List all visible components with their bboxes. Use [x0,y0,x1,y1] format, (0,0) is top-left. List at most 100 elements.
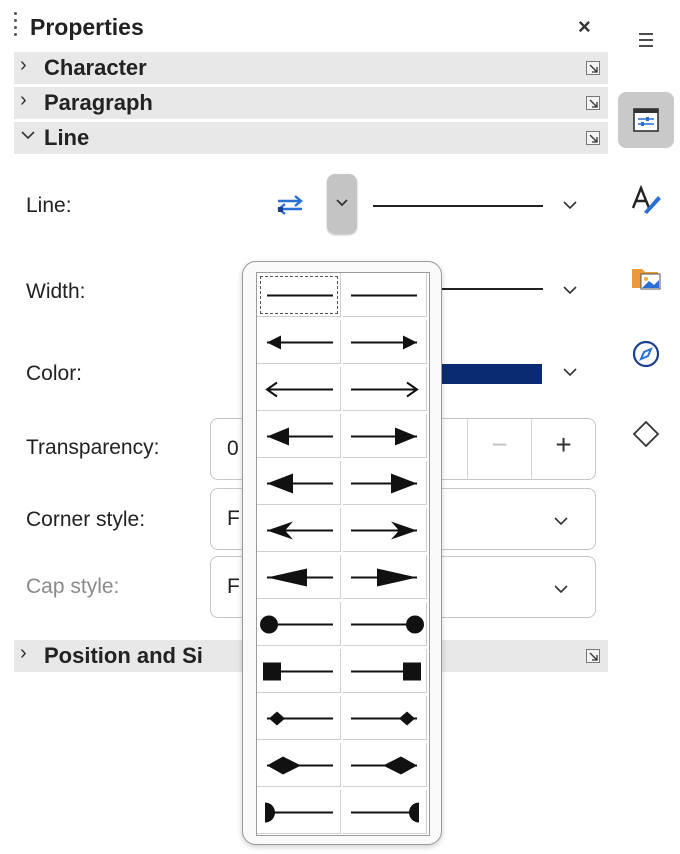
arrowhead-left-wide-arrow[interactable] [257,414,341,458]
line-width-chevron-icon[interactable] [562,284,578,296]
large-arrow-arrowhead-icon [351,473,417,494]
sidebar-styles-button[interactable] [618,172,674,228]
concave-arrow-arrowhead-icon [351,521,417,540]
corner-style-label: Corner style: [26,508,146,531]
line-color-swatch[interactable] [436,364,542,384]
concave-arrow-arrowhead-icon [267,521,333,540]
styles-icon [631,184,661,214]
close-panel-button[interactable]: × [578,14,591,40]
line-color-chevron-icon[interactable] [562,366,578,378]
chevron-down-icon [336,199,348,207]
square-arrowhead-icon [351,662,421,681]
section-character-label: Character [44,55,147,80]
transparency-label: Transparency: [26,436,160,459]
section-character[interactable]: › Character [14,52,608,84]
section-line[interactable]: Line [14,122,608,154]
more-options-icon[interactable] [586,61,600,75]
open-arrow-arrowhead-icon [265,381,333,398]
half-circle-arrowhead-icon [351,802,419,823]
line-width-preview[interactable] [442,288,543,290]
diamond-large-arrowhead-icon [351,756,417,775]
cap-style-label: Cap style: [26,575,120,598]
section-line-label: Line [44,125,90,150]
arrowhead-right-large-arrow[interactable] [343,461,427,505]
color-label: Color: [26,362,83,385]
menu-icon [639,33,653,47]
arrowhead-left-diamond-large[interactable] [257,743,341,787]
minus-icon: − [491,429,508,460]
line-label: Line: [26,194,72,217]
transparency-increase-button[interactable]: + [531,419,595,479]
line-style-dropdown-button[interactable] [327,174,357,234]
arrowhead-right-flat-arrow[interactable] [343,555,427,599]
plus-icon: + [555,429,572,460]
shapes-icon [632,420,660,448]
flat-arrow-arrowhead-icon [351,568,417,587]
arrowhead-right-circle[interactable] [343,602,427,646]
select-arrow-style-icon[interactable] [276,194,304,221]
arrowhead-left-large-arrow[interactable] [257,461,341,505]
width-label: Width: [26,280,86,303]
line-style-chevron-icon[interactable] [562,199,578,211]
arrowhead-right-square[interactable] [343,649,427,693]
large-arrow-arrowhead-icon [267,473,333,494]
section-paragraph[interactable]: › Paragraph [14,87,608,119]
sidebar-gallery-button[interactable] [618,250,674,306]
arrowhead-right-diamond-small[interactable] [343,696,427,740]
open-arrow-arrowhead-icon [351,381,419,398]
section-paragraph-label: Paragraph [44,90,153,115]
half-circle-arrowhead-icon [265,802,333,823]
none-arrowhead-icon [267,294,333,297]
wide-arrow-arrowhead-icon [267,427,333,446]
circle-arrowhead-icon [351,615,424,634]
wide-arrow-arrowhead-icon [351,427,417,446]
circle-arrowhead-icon [260,615,333,634]
arrowhead-left-arrow[interactable] [257,320,341,364]
none-arrowhead-icon [351,294,417,297]
arrowhead-right-open-arrow[interactable] [343,367,427,411]
corner-style-value: F [227,507,240,530]
cap-style-value: F [227,575,240,598]
chevron-down-icon [554,585,568,594]
sidebar-navigator-button[interactable] [618,326,674,382]
transparency-decrease-button[interactable]: − [467,419,531,479]
arrowhead-left-circle[interactable] [257,602,341,646]
sidebar-menu-button[interactable] [618,12,674,68]
arrowhead-left-half-circle[interactable] [257,790,341,834]
arrowhead-right-half-circle[interactable] [343,790,427,834]
arrowhead-left-none[interactable] [257,273,341,317]
arrow-style-popup [242,261,442,845]
panel-title-bar: Properties × [0,10,612,46]
sidebar-shapes-button[interactable] [618,406,674,462]
section-position-size-label: Position and Si [44,643,203,668]
arrowhead-left-diamond-small[interactable] [257,696,341,740]
arrowhead-left-concave-arrow[interactable] [257,508,341,552]
sidebar-deck [612,0,680,854]
arrowhead-right-arrow[interactable] [343,320,427,364]
more-options-icon[interactable] [586,131,600,145]
arrowhead-left-open-arrow[interactable] [257,367,341,411]
arrowhead-right-none[interactable] [343,273,427,317]
diamond-large-arrowhead-icon [267,756,333,775]
arrowhead-left-flat-arrow[interactable] [257,555,341,599]
chevron-down-icon [20,124,36,150]
arrowhead-left-square[interactable] [257,649,341,693]
more-options-icon[interactable] [586,96,600,110]
transparency-value[interactable]: 0 [227,437,239,461]
arrow-style-grid [256,272,430,836]
arrowhead-right-diamond-large[interactable] [343,743,427,787]
panel-title: Properties [30,14,144,40]
gallery-icon [632,269,661,290]
diamond-small-arrowhead-icon [267,711,333,726]
arrowhead-right-concave-arrow[interactable] [343,508,427,552]
arrow-arrowhead-icon [351,335,417,350]
arrow-arrowhead-icon [267,335,333,350]
grip-icon[interactable] [14,12,17,38]
sidebar-properties-button[interactable] [618,92,674,148]
line-style-preview[interactable] [373,205,543,207]
flat-arrow-arrowhead-icon [267,568,333,587]
chevron-right-icon: › [20,642,27,664]
navigator-icon [632,340,660,368]
more-options-icon[interactable] [586,649,600,663]
arrowhead-right-wide-arrow[interactable] [343,414,427,458]
